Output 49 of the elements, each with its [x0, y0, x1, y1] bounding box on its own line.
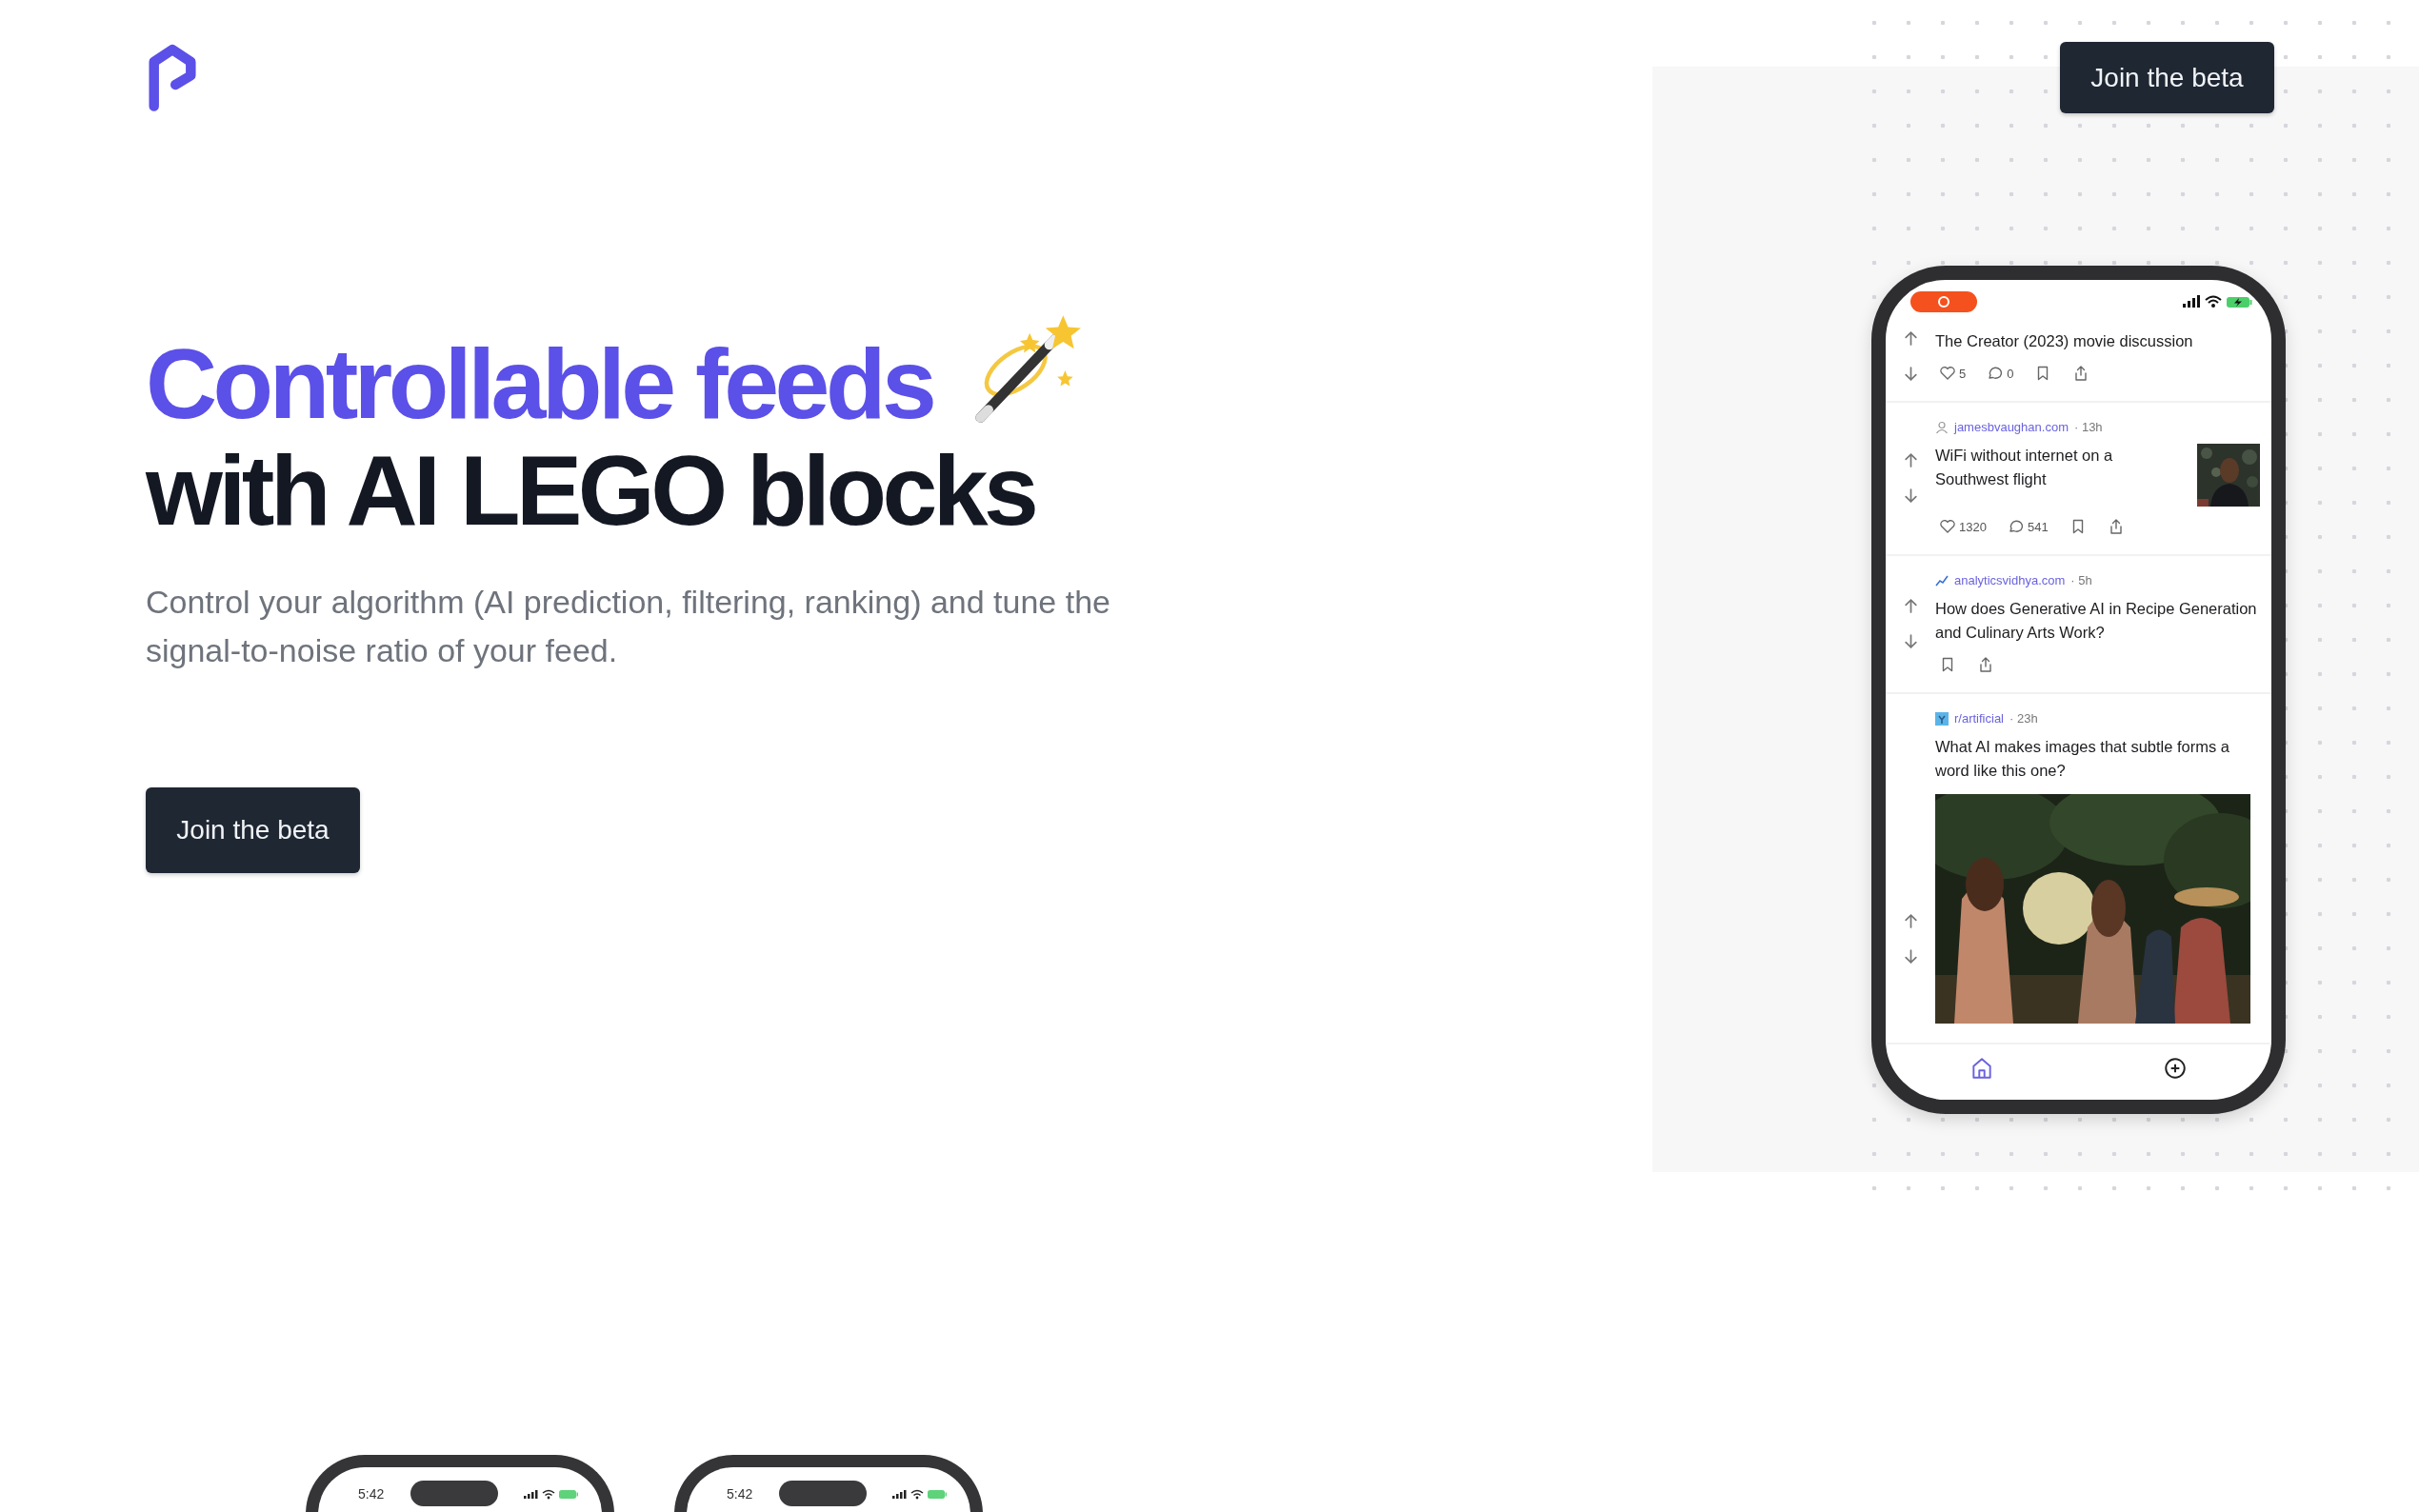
upvote-icon[interactable]	[1902, 329, 1919, 347]
signal-icon	[892, 1487, 907, 1500]
battery-icon	[928, 1487, 948, 1500]
trend-line-icon	[1935, 573, 1949, 587]
post-age: · 23h	[2009, 711, 2038, 726]
comment-count: 0	[2007, 366, 2014, 381]
battery-icon	[559, 1487, 579, 1500]
status-time: 5:42	[358, 1485, 385, 1502]
comment-icon[interactable]	[2007, 518, 2025, 535]
post-title[interactable]: How does Generative AI in Recipe Generation and Culinary Arts Work?	[1935, 597, 2260, 645]
like-count: 1320	[1959, 519, 1987, 534]
upvote-icon[interactable]	[1902, 597, 1919, 614]
post-age: · 5h	[2070, 573, 2092, 587]
status-time: 5:42	[727, 1485, 753, 1502]
add-tab[interactable]	[2162, 1056, 2188, 1081]
avatar-icon	[1935, 420, 1949, 434]
hero-subtitle: Control your algorithm (AI prediction, filtering, ranking) and tune the signal-to-noise ratio of your feed.	[146, 583, 1111, 670]
source-link[interactable]: jamesbvaughan.com	[1954, 420, 2069, 434]
downvote-icon[interactable]	[1902, 487, 1919, 504]
signal-icon	[2183, 295, 2200, 308]
like-count: 5	[1959, 366, 1967, 381]
heart-icon[interactable]	[1939, 518, 1956, 535]
post-title[interactable]: The Creator (2023) movie discussion	[1935, 329, 2193, 353]
downvote-icon[interactable]	[1902, 632, 1919, 649]
source-link[interactable]: r/artificial	[1954, 711, 2004, 726]
comment-count: 541	[2027, 519, 2049, 534]
wifi-icon	[910, 1487, 924, 1500]
subreddit-icon	[1935, 711, 1949, 726]
battery-icon	[2227, 295, 2252, 308]
signal-icon	[524, 1487, 538, 1500]
downvote-icon[interactable]	[1902, 365, 1919, 382]
recording-indicator	[1910, 291, 1977, 312]
headline-highlight: Controllable feeds	[146, 330, 933, 437]
downvote-icon[interactable]	[1902, 948, 1919, 965]
post-age: · 13h	[2073, 420, 2103, 434]
share-icon[interactable]	[1977, 656, 1994, 673]
upvote-icon[interactable]	[1902, 913, 1919, 929]
wifi-icon	[2205, 295, 2222, 308]
post-title[interactable]: What AI makes images that subtle forms a word like this one?	[1935, 735, 2260, 783]
comment-icon[interactable]	[1987, 365, 2005, 382]
upvote-icon[interactable]	[1902, 451, 1919, 468]
join-beta-button[interactable]: Join the beta	[2060, 42, 2274, 113]
logo-icon[interactable]	[146, 42, 199, 112]
wifi-icon	[542, 1487, 555, 1500]
join-beta-button[interactable]: Join the beta	[146, 787, 360, 873]
heart-icon[interactable]	[1939, 365, 1956, 382]
headline: with AI LEGO blocks	[146, 437, 1036, 544]
post-title[interactable]: WiFi without internet on a Southwest flight	[1935, 444, 2173, 491]
source-link[interactable]: analyticsvidhya.com	[1954, 573, 2066, 587]
